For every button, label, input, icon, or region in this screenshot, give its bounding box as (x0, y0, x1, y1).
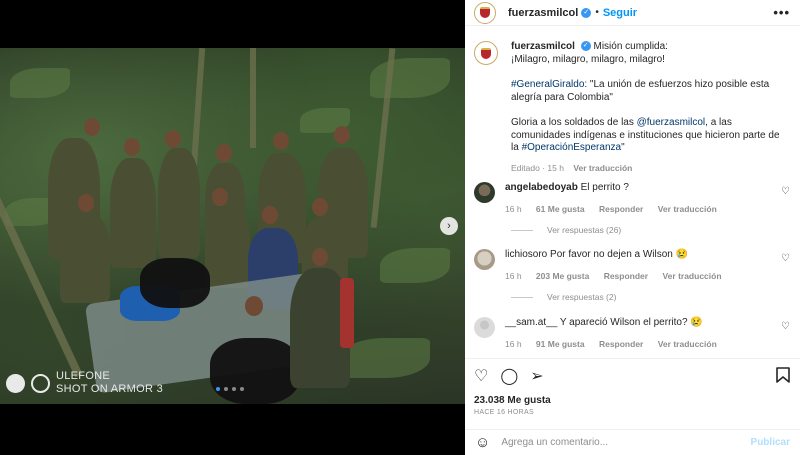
post-side-panel: fuerzasmilcol ✓ • Seguir ••• fuerzasmilc… (465, 0, 800, 455)
post-header: fuerzasmilcol ✓ • Seguir ••• (465, 0, 800, 26)
comment-text: Por favor no dejen a Wilson 😢 (550, 249, 689, 260)
comment-like-heart-icon[interactable]: ♡ (781, 321, 790, 332)
verified-icon: ✓ (580, 41, 591, 52)
separator-dot: • (595, 7, 599, 18)
caption-line-1: Misión cumplida: (593, 41, 668, 52)
post-caption: fuerzasmilcol ✓ Misión cumplida: ¡Milagr… (474, 41, 790, 174)
more-options-icon[interactable]: ••• (773, 5, 790, 20)
comment-username[interactable]: angelabedoyab (505, 182, 578, 193)
comment-username[interactable]: lichiosoro (505, 249, 547, 260)
comment-item: lichiosoro Por favor no dejen a Wilson 😢… (474, 249, 790, 282)
edited-label: Editado · 15 h (511, 162, 564, 173)
caption-username[interactable]: fuerzasmilcol (511, 41, 575, 52)
watermark-model: SHOT ON ARMOR 3 (56, 383, 163, 395)
carousel-dot (216, 387, 220, 391)
comment-item: angelabedoyab El perrito ? 16 h 61 Me gu… (474, 182, 790, 215)
comments-list[interactable]: fuerzasmilcol ✓ Misión cumplida: ¡Milagr… (465, 26, 800, 358)
comment-reply-button[interactable]: Responder (599, 339, 643, 349)
army-shield-icon (480, 7, 490, 18)
comment-icon[interactable]: ◯ (500, 368, 518, 386)
caption-meta: Editado · 15 h Ver traducción (511, 162, 790, 175)
comment-username[interactable]: __sam.at__ (505, 317, 557, 328)
carousel-next-button[interactable]: › (440, 217, 458, 235)
comment-translate-link[interactable]: Ver traducción (658, 339, 717, 349)
author-avatar[interactable] (474, 1, 496, 24)
post-timestamp[interactable]: HACE 16 HORAS (474, 409, 790, 416)
verified-icon: ✓ (581, 7, 592, 18)
comment-like-heart-icon[interactable]: ♡ (781, 186, 790, 197)
view-replies-label[interactable]: Ver respuestas (26) (547, 225, 621, 235)
comment-translate-link[interactable]: Ver traducción (662, 271, 721, 281)
commenter-avatar[interactable] (474, 317, 495, 338)
emoji-icon[interactable]: ☺ (475, 434, 490, 451)
heart-icon[interactable]: ♡ (474, 368, 488, 386)
carousel-dot (232, 387, 236, 391)
post-actions: ♡ ◯ ➢ 23.038 Me gusta HACE 16 HORAS (465, 358, 800, 418)
caption-text: Gloria a los soldados de las (511, 117, 637, 128)
carousel-dot (224, 387, 228, 391)
view-replies[interactable]: Ver respuestas (2) (511, 292, 616, 302)
caption-gloria-paragraph: Gloria a los soldados de las @fuerzasmil… (511, 117, 790, 155)
author-username[interactable]: fuerzasmilcol (508, 7, 578, 19)
caption-translate-link[interactable]: Ver traducción (573, 163, 632, 173)
caption-quote-paragraph: #GeneralGiraldo: "La unión de esfuerzos … (511, 79, 790, 104)
follow-button[interactable]: Seguir (603, 7, 637, 19)
watermark-brand: ULEFONE (56, 370, 111, 382)
caption-author-avatar[interactable] (474, 41, 498, 65)
comment-reply-button[interactable]: Responder (599, 204, 643, 214)
hashtag-general-giraldo[interactable]: #GeneralGiraldo (511, 79, 584, 90)
comment-text: Y apareció Wilson el perrito? 😢 (559, 317, 703, 328)
comment-time[interactable]: 16 h (505, 339, 522, 349)
army-shield-icon (481, 47, 491, 59)
post-photo[interactable] (0, 48, 465, 404)
comment-input[interactable] (501, 437, 751, 448)
likes-count[interactable]: 23.038 Me gusta (474, 395, 790, 406)
bookmark-icon[interactable] (776, 366, 790, 388)
comment-likes[interactable]: 91 Me gusta (536, 339, 585, 349)
comment-like-heart-icon[interactable]: ♡ (781, 253, 790, 264)
replies-line (511, 229, 533, 231)
publish-button[interactable]: Publicar (751, 437, 790, 448)
view-replies[interactable]: Ver respuestas (26) (511, 225, 621, 235)
hashtag-operacion-esperanza[interactable]: #OperaciónEsperanza (522, 142, 622, 153)
carousel-indicator (216, 387, 244, 391)
comment-item: __sam.at__ Y apareció Wilson el perrito?… (474, 317, 790, 350)
comment-time[interactable]: 16 h (505, 204, 522, 214)
replies-line (511, 296, 533, 298)
comment-text: El perrito ? (580, 182, 629, 193)
caption-line-2: ¡Milagro, milagro, milagro, milagro! (511, 53, 665, 65)
view-replies-label[interactable]: Ver respuestas (2) (547, 292, 616, 302)
carousel-dot (240, 387, 244, 391)
comment-time[interactable]: 16 h (505, 271, 522, 281)
caption-text: " (621, 142, 625, 153)
post-media: ULEFONE SHOT ON ARMOR 3 › (0, 0, 465, 455)
mention-fuerzasmilcol[interactable]: @fuerzasmilcol (637, 117, 706, 128)
add-comment-bar: ☺ Publicar (465, 429, 800, 455)
watermark-logo-filled (6, 373, 25, 393)
comment-translate-link[interactable]: Ver traducción (658, 204, 717, 214)
comment-likes[interactable]: 61 Me gusta (536, 204, 585, 214)
watermark-logo-ring (31, 373, 50, 393)
share-icon[interactable]: ➢ (530, 368, 543, 386)
camera-watermark: ULEFONE SHOT ON ARMOR 3 (6, 370, 163, 396)
comment-reply-button[interactable]: Responder (604, 271, 648, 281)
chevron-right-icon: › (447, 220, 451, 232)
comment-likes[interactable]: 203 Me gusta (536, 271, 589, 281)
commenter-avatar[interactable] (474, 249, 495, 270)
commenter-avatar[interactable] (474, 182, 495, 203)
